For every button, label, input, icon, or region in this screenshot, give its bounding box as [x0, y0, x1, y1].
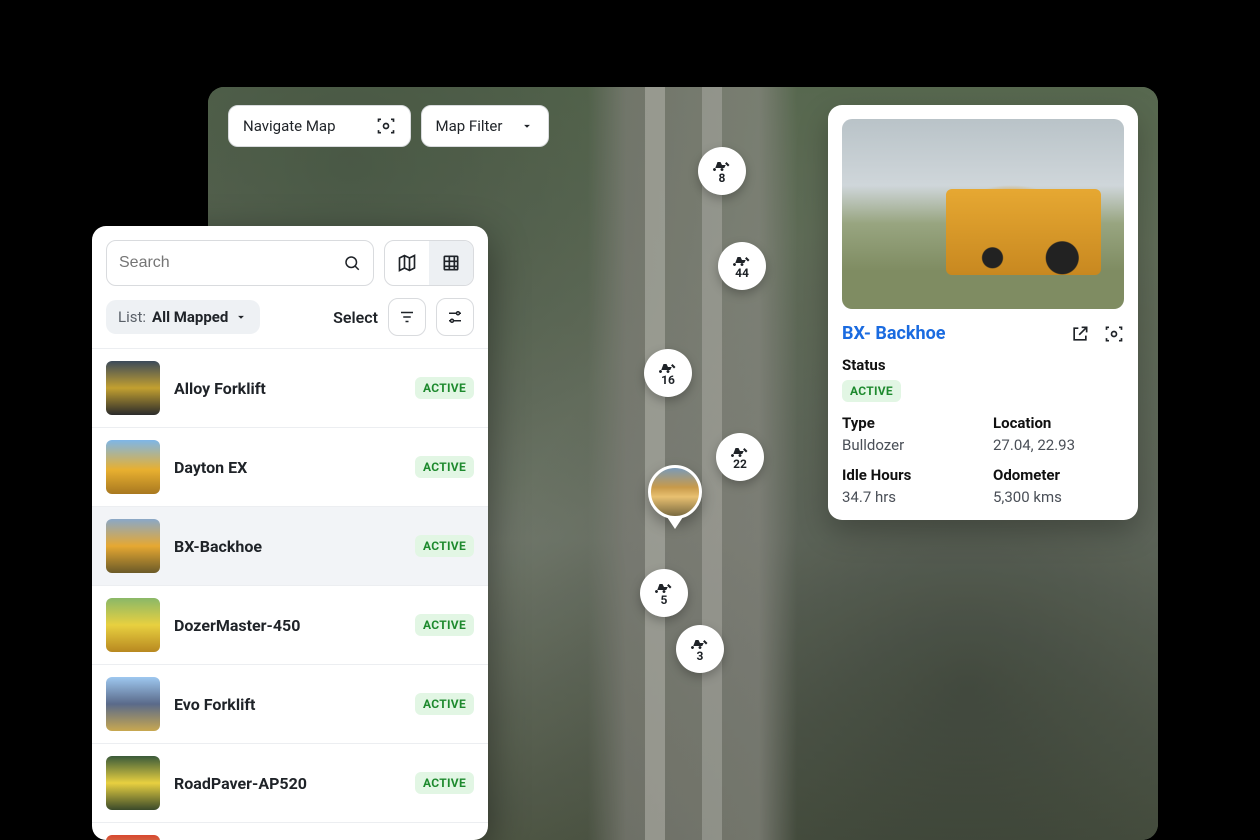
- asset-name: Evo Forklift: [174, 695, 401, 714]
- idle-label: Idle Hours: [842, 466, 973, 484]
- cluster-marker[interactable]: 44: [718, 242, 766, 290]
- asset-thumbnail: [106, 361, 160, 415]
- select-button[interactable]: Select: [333, 308, 378, 327]
- asset-thumbnail: [106, 756, 160, 810]
- cluster-count: 16: [661, 374, 675, 386]
- sliders-button[interactable]: [436, 298, 474, 336]
- asset-list-item[interactable]: DozerMaster-450 ACTIVE: [92, 586, 488, 665]
- location-value: 27.04, 22.93: [993, 436, 1124, 454]
- crosshair-icon: [376, 116, 396, 136]
- asset-name: BX-Backhoe: [174, 537, 401, 556]
- asset-list-item[interactable]: Evo Forklift ACTIVE: [92, 665, 488, 744]
- asset-status-badge: ACTIVE: [415, 535, 474, 557]
- odometer-value: 5,300 kms: [993, 488, 1124, 506]
- navigate-map-label: Navigate Map: [243, 117, 336, 135]
- excavator-icon: [655, 581, 673, 593]
- cluster-count: 8: [719, 172, 726, 184]
- cluster-count: 44: [735, 267, 749, 279]
- cluster-marker[interactable]: 5: [640, 569, 688, 617]
- asset-status-badge: ACTIVE: [415, 456, 474, 478]
- type-label: Type: [842, 414, 973, 432]
- list-scope-label: List:: [118, 308, 146, 326]
- search-icon[interactable]: [343, 254, 361, 272]
- asset-status-badge: ACTIVE: [415, 377, 474, 399]
- locate-button[interactable]: [1104, 324, 1124, 344]
- asset-detail-card: BX- Backhoe Status ACTIVE Type Bulldozer…: [828, 105, 1138, 520]
- cluster-marker[interactable]: 16: [644, 349, 692, 397]
- asset-list-item[interactable]: HaulMax-850ACTIVE: [92, 823, 488, 840]
- asset-list-item[interactable]: BX-Backhoe ACTIVE: [92, 507, 488, 586]
- asset-name: Dayton EX: [174, 458, 401, 477]
- cluster-marker[interactable]: 22: [716, 433, 764, 481]
- asset-thumbnail: [106, 835, 160, 840]
- asset-status-badge: ACTIVE: [415, 614, 474, 636]
- active-asset-marker[interactable]: [648, 465, 702, 527]
- asset-status-badge: ACTIVE: [415, 693, 474, 715]
- list-scope-dropdown[interactable]: List: All Mapped: [106, 300, 260, 334]
- list-scope-value: All Mapped: [152, 308, 228, 326]
- cluster-count: 22: [733, 458, 747, 470]
- asset-list-item[interactable]: RoadPaver-AP520 ACTIVE: [92, 744, 488, 823]
- navigate-map-button[interactable]: Navigate Map: [228, 105, 411, 147]
- view-toggle: [384, 240, 474, 286]
- asset-list-item[interactable]: Dayton EX ACTIVE: [92, 428, 488, 507]
- excavator-icon: [713, 159, 731, 171]
- asset-status-badge: ACTIVE: [415, 772, 474, 794]
- excavator-icon: [733, 254, 751, 266]
- asset-thumbnail: [106, 440, 160, 494]
- map-top-controls: Navigate Map Map Filter: [228, 105, 549, 147]
- filter-button[interactable]: [388, 298, 426, 336]
- asset-thumbnail: [106, 519, 160, 573]
- status-badge: ACTIVE: [842, 380, 901, 402]
- excavator-icon: [659, 361, 677, 373]
- map-filter-label: Map Filter: [436, 117, 503, 135]
- search-input[interactable]: [119, 254, 343, 272]
- asset-list-item[interactable]: Alloy Forklift ACTIVE: [92, 349, 488, 428]
- chevron-down-icon: [234, 310, 248, 324]
- asset-list-panel: List: All Mapped Select Alloy Forklift AC…: [92, 226, 488, 840]
- asset-thumbnail: [106, 677, 160, 731]
- location-label: Location: [993, 414, 1124, 432]
- excavator-icon: [731, 445, 749, 457]
- cluster-count: 5: [661, 594, 668, 606]
- asset-name: Alloy Forklift: [174, 379, 401, 398]
- cluster-count: 3: [697, 650, 704, 662]
- asset-name: RoadPaver-AP520: [174, 774, 401, 793]
- excavator-icon: [691, 637, 709, 649]
- odometer-label: Odometer: [993, 466, 1124, 484]
- cluster-marker[interactable]: 8: [698, 147, 746, 195]
- cluster-marker[interactable]: 3: [676, 625, 724, 673]
- asset-image: [842, 119, 1124, 309]
- asset-list: Alloy ForkliftACTIVEDayton EXACTIVEBX-Ba…: [92, 348, 488, 840]
- asset-title: BX- Backhoe: [842, 323, 946, 344]
- search-box: [106, 240, 374, 286]
- open-external-button[interactable]: [1070, 324, 1090, 344]
- asset-thumbnail: [106, 598, 160, 652]
- map-filter-button[interactable]: Map Filter: [421, 105, 550, 147]
- status-label: Status: [842, 356, 1124, 374]
- type-value: Bulldozer: [842, 436, 973, 454]
- map-view-button[interactable]: [385, 241, 429, 285]
- asset-name: DozerMaster-450: [174, 616, 401, 635]
- grid-view-button[interactable]: [429, 241, 473, 285]
- chevron-down-icon: [520, 119, 534, 133]
- idle-value: 34.7 hrs: [842, 488, 973, 506]
